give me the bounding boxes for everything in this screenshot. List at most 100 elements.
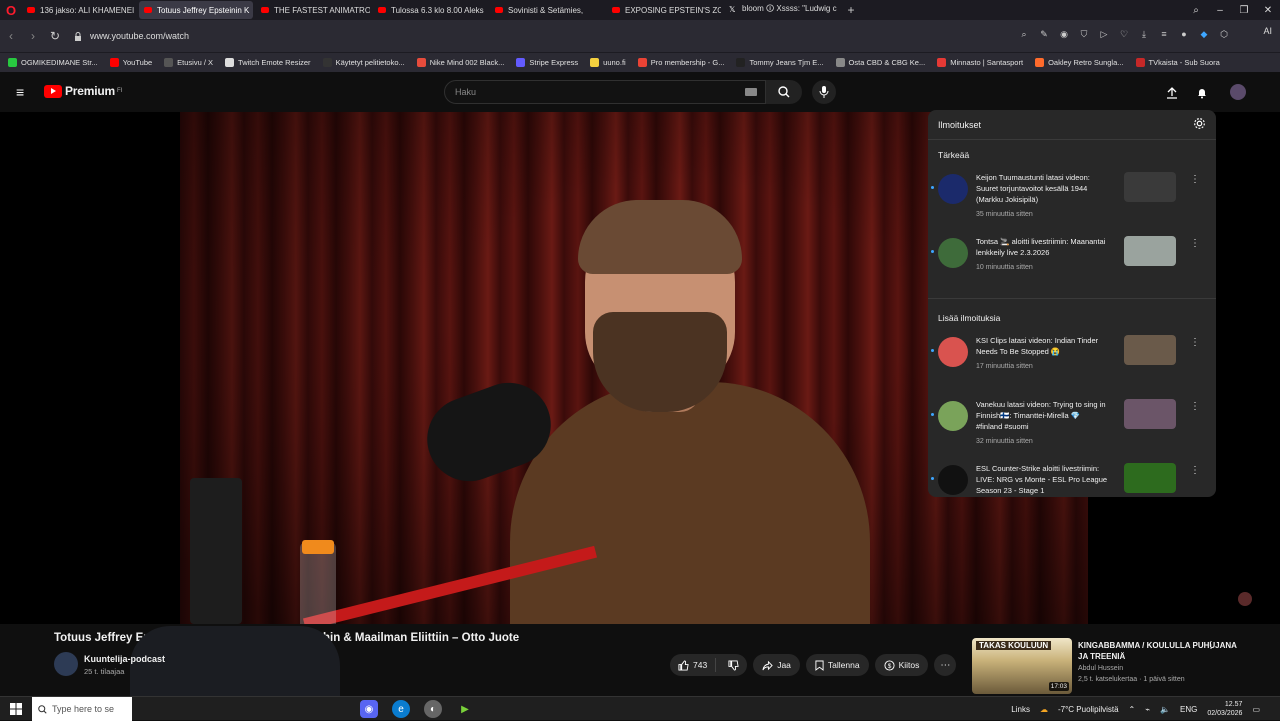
forward-button[interactable]: › (22, 29, 44, 43)
notification-item[interactable]: Vanekuu latasi videon: Trying to sing in… (928, 393, 1216, 457)
notifications-bell-icon[interactable] (1194, 85, 1210, 101)
bookmark-item[interactable]: Osta CBD & CBG Ke... (835, 58, 925, 67)
notification-item[interactable]: KSI Clips latasi videon: Indian Tinder N… (928, 329, 1216, 393)
bookmark-item[interactable]: uuno.fi (590, 58, 626, 67)
browser-tab[interactable]: THE FASTEST ANIMATRON (256, 1, 370, 19)
recommended-thumbnail[interactable]: TAKAS KOULUUN 17:03 (972, 638, 1072, 694)
browser-tab[interactable]: Tulossa 6.3 klo 8.00 Aleks (373, 1, 487, 19)
recommended-more-icon[interactable]: ⋮ (1206, 640, 1216, 651)
video-settings-icon[interactable] (1238, 592, 1252, 606)
notification-item[interactable]: ESL Counter-Strike aloitti livestriimin:… (928, 457, 1216, 497)
youtube-logo[interactable]: Premium FI (44, 84, 122, 98)
more-actions-button[interactable]: ⋯ (934, 654, 957, 676)
dislike-button[interactable] (720, 659, 747, 671)
search-button[interactable] (766, 80, 802, 104)
opera-logo-icon[interactable]: O (0, 0, 22, 20)
profile-icon[interactable]: ● (1178, 28, 1190, 40)
bookmark-item[interactable]: Oakley Retro Sungla... (1035, 58, 1124, 67)
voice-search-button[interactable] (812, 80, 836, 104)
video-bottle (300, 542, 336, 624)
notification-more-icon[interactable]: ⋮ (1190, 337, 1200, 348)
search-icon[interactable]: ⌕ (1018, 28, 1030, 40)
bookmark-item[interactable]: TVkaista - Sub Suora (1135, 58, 1220, 67)
download-icon[interactable]: ⤓ (1138, 28, 1150, 40)
ai-button[interactable]: AI (1263, 26, 1272, 36)
camera-icon[interactable]: ◉ (1058, 28, 1070, 40)
notification-more-icon[interactable]: ⋮ (1190, 238, 1200, 249)
heart-icon[interactable]: ♡ (1118, 28, 1130, 40)
browser-tab[interactable]: EXPOSING EPSTEIN'S ZOR (607, 1, 721, 19)
language-indicator[interactable]: ENG (1180, 705, 1197, 714)
close-window-button[interactable]: ✕ (1256, 5, 1280, 16)
edge-icon[interactable]: e (392, 700, 410, 718)
keyboard-icon[interactable] (745, 88, 757, 96)
bookmark-favicon-icon (322, 58, 332, 67)
minimize-button[interactable]: – (1208, 5, 1232, 16)
recommended-video[interactable]: TAKAS KOULUUN 17:03 KINGABBAMMA / KOULUL… (972, 638, 1272, 696)
menu-icon[interactable]: ≡ (1158, 28, 1170, 40)
app-icon[interactable]: ◐ (424, 700, 442, 718)
weather-text[interactable]: -7°C Puolipilvistä (1058, 705, 1119, 714)
thumbs-up-icon (678, 659, 689, 671)
bookmark-item[interactable]: OGMIKEDIMANE Str... (8, 58, 98, 67)
save-button[interactable]: Tallenna (805, 654, 869, 676)
share-button[interactable]: Jaa (753, 654, 800, 676)
network-icon[interactable]: ⌁ (1145, 705, 1150, 714)
bookmark-item[interactable]: Twitch Emote Resizer (225, 58, 311, 67)
extension-icon[interactable]: ◆ (1198, 28, 1210, 40)
chevron-up-icon[interactable]: ⌃ (1129, 705, 1136, 714)
recommended-title[interactable]: KINGABBAMMA / KOULULLA PUHUJANA JA TREEN… (1078, 640, 1248, 662)
volume-icon[interactable]: 🔈 (1160, 705, 1170, 714)
browser-tab[interactable]: Totuus Jeffrey Epsteinin K (139, 1, 253, 19)
notification-item[interactable]: Keijon Tuumaustunti latasi videon: Suure… (928, 166, 1216, 230)
clock[interactable]: 12.57 02/03/2026 (1207, 700, 1242, 718)
maximize-button[interactable]: ❐ (1232, 5, 1256, 16)
channel-name[interactable]: Kuuntelija-podcast (84, 654, 165, 664)
notification-more-icon[interactable]: ⋮ (1190, 401, 1200, 412)
search-input[interactable]: Haku (444, 80, 766, 104)
notifications-scrollbar[interactable] (1211, 142, 1214, 492)
hamburger-menu-icon[interactable]: ≡ (16, 85, 28, 99)
recommended-channel[interactable]: Abdul Hussein (1078, 665, 1123, 672)
bookmark-item[interactable]: Minnasto | Santasport (937, 58, 1023, 67)
browser-tab[interactable]: 𝕏bloom 🛈 Xssss: "Ludwig c (724, 1, 838, 19)
bookmark-item[interactable]: Nike Mind 002 Black... (416, 58, 505, 67)
thanks-button[interactable]: $ Kiitos (874, 654, 929, 676)
discord-icon[interactable]: ◉ (360, 700, 378, 718)
notification-body: Vanekuu latasi videon: Trying to sing in… (976, 399, 1108, 457)
tab-search-icon[interactable]: ⌕ (1184, 5, 1208, 16)
bookmark-favicon-icon (590, 58, 600, 67)
taskbar-search-input[interactable]: Type here to se (32, 697, 132, 721)
cube-icon[interactable]: ⬡ (1218, 28, 1230, 40)
notifications-settings-icon[interactable] (1193, 117, 1206, 132)
windows-start-icon[interactable] (10, 703, 22, 715)
edit-icon[interactable]: ✎ (1038, 28, 1050, 40)
upload-icon[interactable] (1164, 85, 1180, 101)
weather-icon[interactable]: ☁ (1040, 705, 1048, 714)
user-avatar[interactable] (1230, 84, 1246, 100)
browser-tab[interactable]: 136 jakso: ALI KHAMENEI (22, 1, 136, 19)
shield-icon[interactable]: ⛉ (1078, 28, 1090, 40)
reload-button[interactable]: ↻ (44, 29, 66, 43)
bookmark-item[interactable]: Pro membership - G... (637, 58, 724, 67)
channel-avatar[interactable] (54, 652, 78, 676)
notification-more-icon[interactable]: ⋮ (1190, 174, 1200, 185)
new-tab-button[interactable]: + (843, 3, 859, 17)
bookmark-item[interactable]: Tommy Jeans Tjm E... (736, 58, 824, 67)
notification-center-icon[interactable]: ▭ (1252, 705, 1260, 714)
media-app-icon[interactable]: ▶ (456, 700, 474, 718)
back-button[interactable]: ‹ (0, 29, 22, 43)
bookmark-label: Nike Mind 002 Black... (429, 58, 505, 67)
bookmark-item[interactable]: Stripe Express (516, 58, 578, 67)
bookmark-item[interactable]: Etusivu / X (164, 58, 213, 67)
browser-tab[interactable]: Sovinisti & Setämies, (490, 1, 604, 19)
save-label: Tallenna (827, 660, 860, 670)
thumbnail-banner: TAKAS KOULUUN (976, 641, 1052, 650)
like-button[interactable]: 743 (670, 658, 717, 672)
notification-more-icon[interactable]: ⋮ (1190, 465, 1200, 476)
play-icon[interactable]: ▷ (1098, 28, 1110, 40)
bookmark-item[interactable]: Käytetyt pelitietoko... (322, 58, 405, 67)
bookmark-item[interactable]: YouTube (109, 58, 152, 67)
links-toolbar[interactable]: Links (1011, 705, 1030, 714)
notification-item[interactable]: Tontsa 🚬 aloitti livestriimin: Maanantai… (928, 230, 1216, 294)
